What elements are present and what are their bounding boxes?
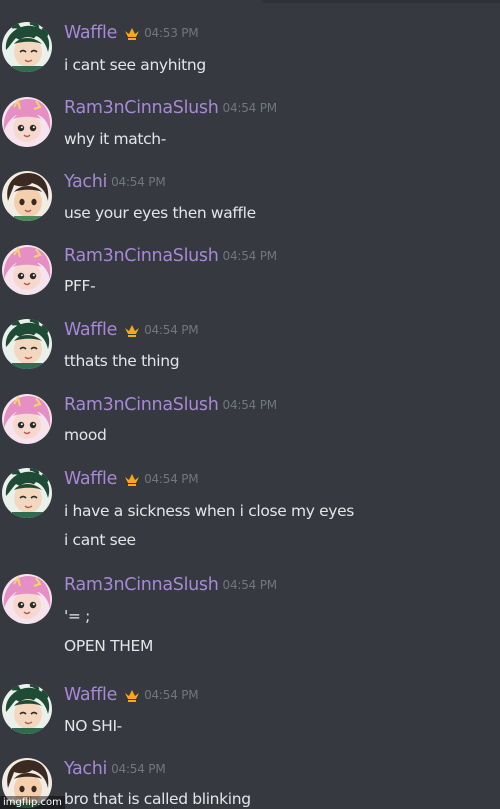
message-text: i cant see <box>64 531 136 549</box>
green-hair-boy-avatar[interactable] <box>2 319 52 369</box>
message-text: why it match- <box>64 130 166 148</box>
crown-icon <box>124 473 140 486</box>
message-header: Yachi 04:54 PM <box>64 758 166 780</box>
message-text: i cant see anyhitng <box>64 56 206 74</box>
username[interactable]: Waffle <box>64 319 117 341</box>
brown-hair-boy-avatar[interactable] <box>2 171 52 221</box>
timestamp: 04:54 PM <box>144 472 199 486</box>
username[interactable]: Yachi <box>64 758 107 780</box>
crown-icon <box>124 689 140 702</box>
username[interactable]: Ram3nCinnaSlush <box>64 97 219 119</box>
message-header: Yachi 04:54 PM <box>64 171 166 193</box>
message-header: Ram3nCinnaSlush 04:54 PM <box>64 245 277 267</box>
message-header: Waffle 04:53 PM <box>64 22 199 44</box>
top-divider <box>262 0 500 3</box>
message-header: Waffle 04:54 PM <box>64 684 199 706</box>
green-hair-boy-avatar[interactable] <box>2 468 52 518</box>
green-hair-boy-avatar[interactable] <box>2 684 52 734</box>
pink-hair-girl-avatar[interactable] <box>2 97 52 147</box>
message-text: mood <box>64 426 107 444</box>
pink-hair-girl-avatar[interactable] <box>2 574 52 624</box>
message-header: Waffle 04:54 PM <box>64 319 199 341</box>
message-text: tthats the thing <box>64 352 180 370</box>
timestamp: 04:54 PM <box>144 688 199 702</box>
message-text: NO SHI- <box>64 717 122 735</box>
message-text: '= ; <box>64 607 90 625</box>
username[interactable]: Ram3nCinnaSlush <box>64 245 219 267</box>
timestamp: 04:54 PM <box>144 323 199 337</box>
timestamp: 04:54 PM <box>222 578 278 592</box>
message-header: Waffle 04:54 PM <box>64 468 199 490</box>
username[interactable]: Waffle <box>64 468 117 490</box>
username[interactable]: Waffle <box>64 684 117 706</box>
message-text: i have a sickness when i close my eyes <box>64 502 355 520</box>
timestamp: 04:54 PM <box>111 175 166 189</box>
username[interactable]: Ram3nCinnaSlush <box>64 394 219 416</box>
imgflip-watermark: imgflip.com <box>0 796 65 809</box>
message-header: Ram3nCinnaSlush 04:54 PM <box>64 574 277 596</box>
crown-icon <box>124 324 140 337</box>
username[interactable]: Ram3nCinnaSlush <box>64 574 219 596</box>
message-text: OPEN THEM <box>64 637 154 655</box>
crown-icon <box>124 27 140 40</box>
pink-hair-girl-avatar[interactable] <box>2 245 52 295</box>
username[interactable]: Waffle <box>64 22 117 44</box>
timestamp: 04:53 PM <box>144 26 199 40</box>
timestamp: 04:54 PM <box>111 762 166 776</box>
message-text: PFF- <box>64 277 96 295</box>
pink-hair-girl-avatar[interactable] <box>2 394 52 444</box>
timestamp: 04:54 PM <box>222 398 278 412</box>
timestamp: 04:54 PM <box>222 249 278 263</box>
green-hair-boy-avatar[interactable] <box>2 22 52 72</box>
message-text: use your eyes then waffle <box>64 204 256 222</box>
message-text: bro that is called blinking <box>64 790 251 808</box>
username[interactable]: Yachi <box>64 171 107 193</box>
message-header: Ram3nCinnaSlush 04:54 PM <box>64 97 277 119</box>
timestamp: 04:54 PM <box>222 101 278 115</box>
message-header: Ram3nCinnaSlush 04:54 PM <box>64 394 277 416</box>
